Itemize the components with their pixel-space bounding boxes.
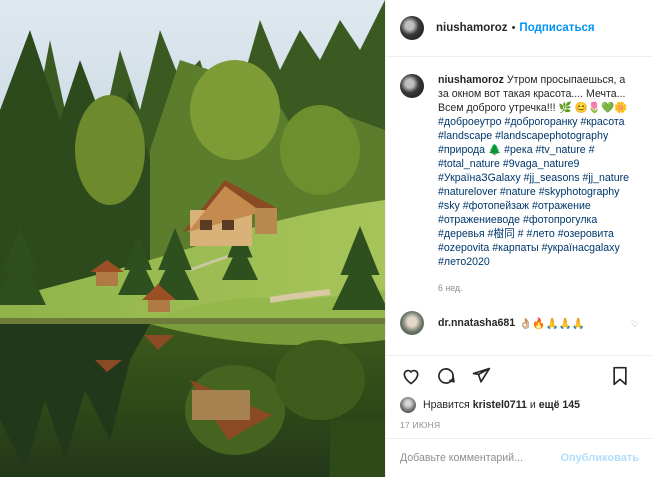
hashtag-link[interactable]: #tv_nature: [536, 144, 586, 156]
hashtag-link[interactable]: #фотопрогулка: [523, 214, 597, 226]
action-icons: [400, 356, 639, 396]
hashtag-link[interactable]: #jj_seasons: [524, 172, 580, 184]
comment-input[interactable]: [400, 452, 561, 464]
hashtag-link[interactable]: #доброгоранку: [504, 116, 577, 128]
hashtag-link[interactable]: #доброеутро: [438, 116, 502, 128]
hashtag-link[interactable]: #красота: [580, 116, 624, 128]
hashtag-link[interactable]: #лето2020: [438, 256, 490, 268]
hashtag-link[interactable]: #樹同: [488, 228, 515, 240]
hashtag-link[interactable]: #карпаты: [492, 242, 538, 254]
add-comment-bar: Опубликовать: [386, 438, 652, 477]
bookmark-icon[interactable]: [609, 365, 631, 387]
hashtag-link[interactable]: #sky: [438, 200, 460, 212]
hashtag-link[interactable]: #ozepovita: [438, 242, 489, 254]
comment-username[interactable]: dr.nnatasha681: [438, 317, 515, 329]
post-panel: niushamoroz • Подписаться niushamoroz Утр…: [385, 0, 652, 477]
likes-count[interactable]: ещё 145: [539, 399, 580, 411]
hashtag-link[interactable]: #природа: [438, 144, 485, 156]
hashtag-link[interactable]: #українасgalaxy: [542, 242, 620, 254]
header-username[interactable]: niushamoroz: [436, 22, 508, 34]
hashtag-link[interactable]: #отражениеводе: [438, 214, 520, 226]
publish-button[interactable]: Опубликовать: [560, 452, 639, 464]
comment-item: dr.nnatasha681 👌🏼🔥🙏🙏🙏 ♡: [400, 311, 639, 335]
forest-lake-photo: [0, 0, 385, 477]
hashtag-list: #доброеутро #доброгоранку #красота #land…: [438, 115, 638, 269]
post-header: niushamoroz • Подписаться: [386, 0, 652, 57]
hashtag-link[interactable]: #деревья: [438, 228, 485, 240]
comment-text: 👌🏼🔥🙏🙏🙏: [519, 317, 586, 330]
hashtag-link[interactable]: #9vaga_nature9: [503, 158, 580, 170]
hashtag-link[interactable]: #: [589, 144, 595, 156]
hashtag-link[interactable]: #отражение: [532, 200, 591, 212]
comment-icon[interactable]: [435, 365, 457, 387]
liker-username[interactable]: kristel0711: [473, 399, 527, 411]
comments-list[interactable]: niushamoroz Утром просыпаешься, а за окно…: [386, 57, 652, 355]
hashtag-link[interactable]: #озеровита: [558, 228, 614, 240]
likes-summary: Нравится kristel0711 и ещё 145: [400, 396, 639, 414]
caption-body: niushamoroz Утром просыпаешься, а за окно…: [438, 73, 638, 295]
likes-text[interactable]: Нравится kristel0711 и ещё 145: [423, 399, 580, 411]
caption-time[interactable]: 6 нед.: [438, 281, 638, 295]
post-date[interactable]: 17 ИЮНЯ: [400, 420, 639, 430]
caption: niushamoroz Утром просыпаешься, а за окно…: [400, 73, 639, 295]
hashtag-link[interactable]: #landscapephotography: [495, 130, 608, 142]
hashtag-link[interactable]: #: [518, 228, 524, 240]
hashtag-link[interactable]: #landscape: [438, 130, 492, 142]
hashtag-link[interactable]: 🌲 #река: [488, 144, 533, 156]
liker-avatar[interactable]: [400, 397, 416, 413]
post-actions: Нравится kristel0711 и ещё 145 17 ИЮНЯ: [386, 355, 652, 430]
hashtag-link[interactable]: #лето: [527, 228, 555, 240]
separator-dot: •: [511, 22, 516, 34]
hashtag-link[interactable]: #фотопейзаж: [463, 200, 529, 212]
caption-avatar[interactable]: [400, 74, 424, 98]
avatar[interactable]: [400, 16, 424, 40]
heart-icon[interactable]: ♡: [631, 319, 639, 330]
comment-avatar[interactable]: [400, 311, 424, 335]
hashtag-link[interactable]: #jj_nature: [582, 172, 629, 184]
share-icon[interactable]: [470, 365, 492, 387]
hashtag-link[interactable]: #nature: [500, 186, 536, 198]
hashtag-link[interactable]: #naturelover: [438, 186, 497, 198]
hashtag-link[interactable]: #total_nature: [438, 158, 500, 170]
hashtag-link[interactable]: #УкраїнаЗGalaxy: [438, 172, 521, 184]
heart-icon[interactable]: [400, 365, 422, 387]
likes-prefix: Нравится: [423, 399, 470, 411]
caption-username[interactable]: niushamoroz: [438, 74, 504, 86]
hashtag-link[interactable]: #skyphotography: [539, 186, 620, 198]
follow-button[interactable]: Подписаться: [519, 22, 594, 34]
post-photo[interactable]: [0, 0, 385, 477]
likes-middle: и: [529, 399, 536, 411]
